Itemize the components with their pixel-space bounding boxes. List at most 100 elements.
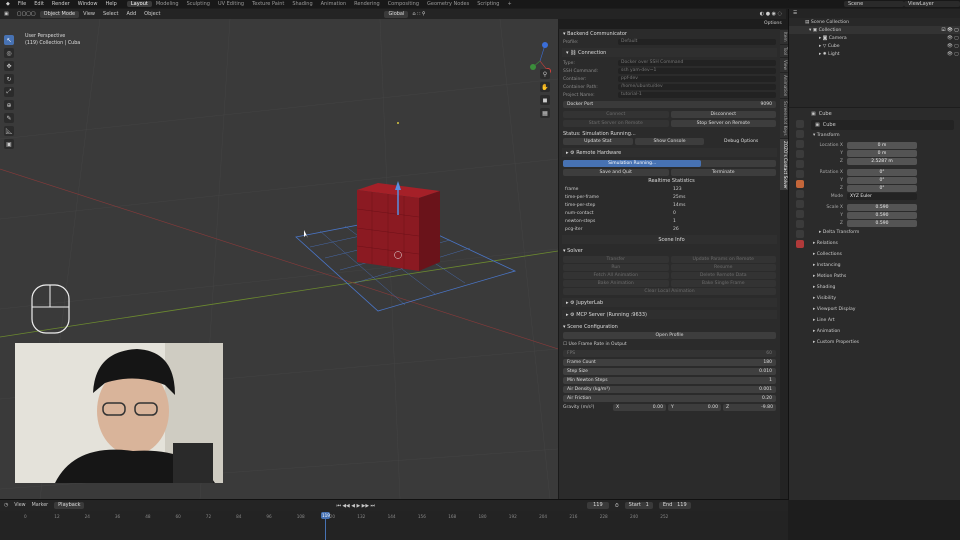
stop-server-button[interactable]: Stop Server on Remote (670, 120, 776, 127)
step-size-field[interactable]: Step Size 0.010 (563, 368, 776, 375)
rotation-mode-dropdown[interactable]: XYZ Euler (847, 192, 917, 200)
save-and-quit-button[interactable]: Save and Quit (563, 169, 669, 176)
disconnect-button[interactable]: Disconnect (670, 111, 776, 118)
debug-options-checkbox[interactable]: Debug Options (706, 138, 776, 145)
material-tab-icon[interactable] (796, 240, 804, 248)
scale-x-field[interactable]: 0.590 (847, 203, 917, 211)
world-tab-icon[interactable] (796, 170, 804, 178)
tab-geometry-nodes[interactable]: Geometry Nodes (423, 1, 473, 7)
scene-tab-icon[interactable] (796, 160, 804, 168)
scene-collection-row[interactable]: ▤ Scene Collection (789, 18, 960, 26)
delta-transform-header[interactable]: ▸ Delta Transform (789, 227, 960, 238)
add-workspace-button[interactable]: + (503, 1, 515, 7)
air-friction-field[interactable]: Air Friction 0.20 (563, 395, 776, 402)
remote-hardware-header[interactable]: ▸ ⚙ Remote Hardware (562, 148, 777, 157)
clear-local-button[interactable]: Clear Local Animation (563, 288, 776, 295)
start-server-button[interactable]: Start Server on Remote (563, 120, 669, 127)
rotate-tool-icon[interactable]: ↻ (4, 74, 14, 84)
min-newton-field[interactable]: Min Newton Steps 1 (563, 377, 776, 384)
tab-compositing[interactable]: Compositing (384, 1, 423, 7)
mode-dropdown[interactable]: Object Mode (39, 10, 80, 18)
visibility-checkbox-icon[interactable]: ☑ 👁︎ ▢ (941, 28, 960, 33)
scene-info-header[interactable]: Scene Info (562, 235, 777, 244)
pan-hand-icon[interactable]: ✋ (540, 82, 550, 92)
orientation-dropdown[interactable]: Global (384, 10, 409, 18)
frame-count-field[interactable]: Frame Count 180 (563, 359, 776, 366)
line-art-header[interactable]: ▸ Line Art (789, 315, 960, 326)
run-button[interactable]: Run (563, 264, 669, 271)
mcp-server-header[interactable]: ▸ ⚙ MCP Server (Running :9633) (562, 310, 777, 319)
tab-tool[interactable]: Tool (780, 44, 788, 57)
location-z-field[interactable]: 2.5287 m (847, 157, 917, 165)
visibility-header[interactable]: ▸ Visibility (789, 293, 960, 304)
tab-texture-paint[interactable]: Texture Paint (248, 1, 288, 7)
fps-field[interactable]: FPS 60 (563, 350, 776, 357)
tab-view[interactable]: View (780, 57, 788, 72)
rotation-z-field[interactable]: 0° (847, 184, 917, 192)
add-cube-icon[interactable]: ▣ (4, 139, 14, 149)
tab-shading[interactable]: Shading (288, 1, 316, 7)
custom-properties-header[interactable]: ▸ Custom Properties (789, 337, 960, 348)
field-value[interactable]: /home/ubuntu/dev (618, 84, 776, 90)
tab-animation[interactable]: Animation (780, 72, 788, 98)
transfer-button[interactable]: Transfer (563, 256, 669, 263)
particles-tab-icon[interactable] (796, 200, 804, 208)
connect-button[interactable]: Connect (563, 111, 669, 118)
jupyterlab-header[interactable]: ▸ ⚙ JupyterLab (562, 298, 777, 307)
outliner-row-light[interactable]: ▸ ✹ Light 👁︎ ▢ (789, 50, 960, 58)
constraints-tab-icon[interactable] (796, 220, 804, 228)
tool-tab-icon[interactable] (796, 120, 804, 128)
field-value[interactable]: ppf-dev (618, 76, 776, 82)
terminate-button[interactable]: Terminate (670, 169, 776, 176)
tab-screenshot-keys[interactable]: Screenshot Keys (780, 98, 788, 138)
menu-add[interactable]: Add (122, 11, 140, 17)
timeline-ruler[interactable]: 0 12 24 36 48 60 72 84 96 108 120 132 144 156 168 180 19… (0, 500, 788, 540)
solver-header[interactable]: ▾ Solver (559, 246, 780, 255)
scale-z-field[interactable]: 0.590 (847, 219, 917, 227)
fetch-animation-button[interactable]: Fetch All Animation (563, 272, 669, 279)
menu-object[interactable]: Object (140, 11, 164, 17)
transform-header[interactable]: ▾ Transform (789, 130, 960, 141)
camera-view-icon[interactable]: ◼ (540, 95, 550, 105)
addon-header[interactable]: ▾ Backend Communicator (559, 29, 780, 38)
animation-header[interactable]: ▸ Animation (789, 326, 960, 337)
menu-select[interactable]: Select (99, 11, 122, 17)
tab-sculpting[interactable]: Sculpting (183, 1, 214, 7)
tab-item[interactable]: Item (780, 30, 788, 44)
gravity-y-field[interactable]: Y 0.00 (668, 404, 721, 411)
instancing-header[interactable]: ▸ Instancing (789, 260, 960, 271)
visibility-eye-icon[interactable]: 👁︎ ▢ (947, 52, 960, 57)
show-console-button[interactable]: Show Console (634, 138, 705, 145)
gravity-x-field[interactable]: X 0.00 (613, 404, 666, 411)
bake-single-frame-button[interactable]: Bake Single Frame (670, 280, 776, 287)
editor-type-icon[interactable]: ▣ (0, 11, 13, 17)
tab-layout[interactable]: Layout (126, 1, 152, 7)
field-value[interactable]: Docker over SSH Command (618, 60, 776, 66)
use-frame-rate-checkbox[interactable]: ☐ Use Frame Rate in Output (559, 340, 780, 348)
zoom-icon[interactable]: ⚲ (540, 69, 550, 79)
menu-help[interactable]: Help (101, 1, 120, 7)
docker-port-field[interactable]: Docker Port 9090 (563, 101, 776, 108)
select-mode-icons[interactable]: ▢▢▢▢ (13, 11, 40, 17)
annotate-tool-icon[interactable]: ✎ (4, 113, 14, 123)
outliner-row-camera[interactable]: ▸ ◙ Camera 👁︎ ▢ (789, 34, 960, 42)
field-value[interactable]: ssh yam-dev~1 (618, 68, 776, 74)
modifier-tab-icon[interactable] (796, 190, 804, 198)
select-box-icon[interactable]: ↖ (4, 35, 14, 45)
location-x-field[interactable]: 0 m (847, 141, 917, 149)
outliner-type-icon[interactable]: ☰ (793, 11, 797, 16)
move-tool-icon[interactable]: ✥ (4, 61, 14, 71)
scene-selector[interactable]: Scene (844, 1, 904, 7)
open-profile-button[interactable]: Open Profile (563, 332, 776, 339)
tab-contact-solver[interactable]: ZOZO's Contact Solver (780, 138, 788, 191)
realtime-stats-header[interactable]: Realtime Statistics (559, 176, 780, 185)
playhead-handle[interactable]: 119 (321, 512, 331, 519)
physics-tab-icon[interactable] (796, 210, 804, 218)
scene-config-header[interactable]: ▾ Scene Configuration (559, 322, 780, 331)
menu-window[interactable]: Window (74, 1, 102, 7)
field-value[interactable]: tutorial-1 (618, 92, 776, 98)
resume-button[interactable]: Resume (670, 264, 776, 271)
motion-paths-header[interactable]: ▸ Motion Paths (789, 271, 960, 282)
tab-modeling[interactable]: Modeling (152, 1, 183, 7)
relations-header[interactable]: ▸ Relations (789, 238, 960, 249)
